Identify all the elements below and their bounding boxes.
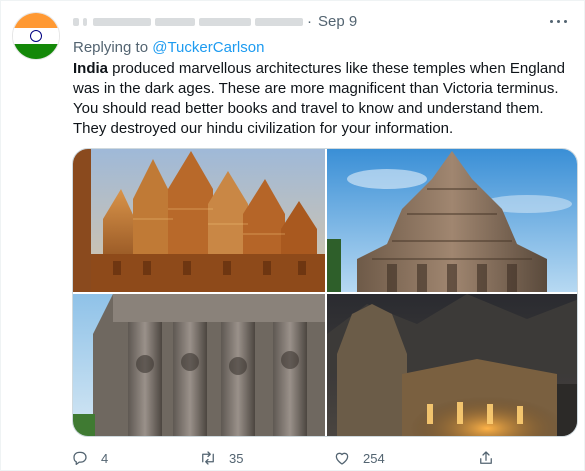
heart-icon [335,452,349,465]
share-button[interactable] [477,447,507,469]
replying-to-handle-link[interactable]: @TuckerCarlson [152,39,264,56]
retweet-icon [202,451,214,465]
temple-photo-stone-vimana-blue-sky [327,149,577,292]
like-count: 254 [363,450,385,466]
media-photo-2[interactable] [327,149,577,292]
reply-count: 4 [101,450,109,466]
tweet-text: India produced marvellous architectures … [73,59,573,139]
temple-photo-mountain-temple-night [327,294,577,436]
retweet-button[interactable]: 35 [199,447,243,469]
media-photo-3[interactable] [73,294,325,436]
flag-green-band [13,43,59,59]
like-button[interactable]: 254 [333,447,385,469]
redacted-username [73,15,305,29]
tweet-card[interactable]: · Sep 9 Replying to @TuckerCarlson India … [0,0,585,471]
date-label: Sep 9 [318,13,358,30]
flag-saffron-band [13,13,59,29]
avatar[interactable] [12,12,60,60]
replying-to: Replying to @TuckerCarlson [73,39,264,56]
tweet-actions: 4 35 254 [71,447,511,469]
share-icon [480,451,492,464]
tweet-text-bold: India [73,60,109,77]
more-options-icon[interactable] [547,13,569,29]
reply-button[interactable]: 4 [71,447,108,469]
date-separator: · [307,13,312,30]
tweet-text-body: produced marvellous architectures like t… [73,60,565,137]
media-photo-4[interactable] [327,294,577,436]
ashoka-chakra-icon [30,30,42,42]
reply-icon [73,451,87,466]
retweet-count: 35 [229,450,244,466]
tweet-date[interactable]: · Sep 9 [307,13,357,30]
temple-photo-sandstone-jain-temple [73,149,325,292]
temple-photo-yali-pillars [73,294,325,436]
media-grid [72,148,578,437]
media-photo-1[interactable] [73,149,325,292]
replying-to-label: Replying to [73,39,153,56]
